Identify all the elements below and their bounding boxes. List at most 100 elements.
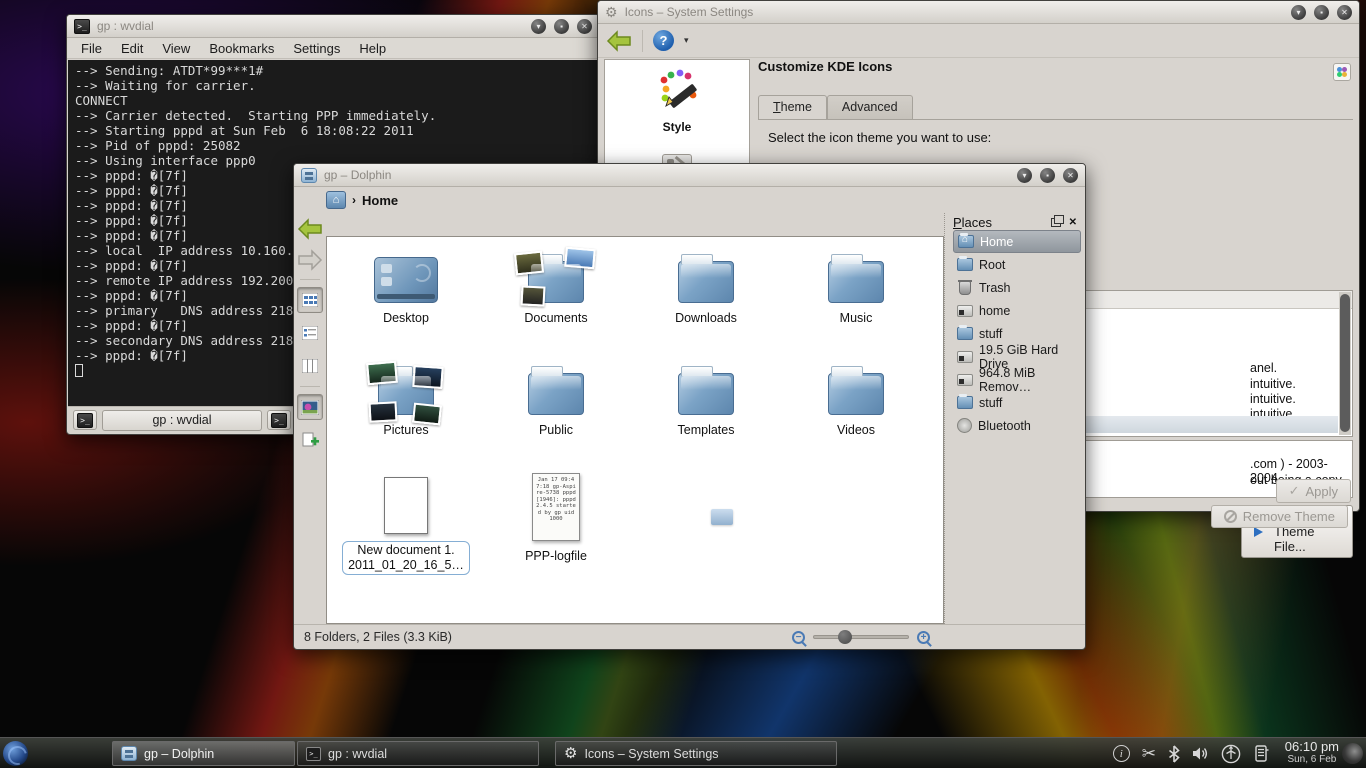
preview-button[interactable] bbox=[297, 394, 323, 420]
drag-cursor-artifact bbox=[711, 509, 733, 525]
folder-documents[interactable]: Documents bbox=[481, 245, 631, 357]
clock-time: 06:10 pm bbox=[1285, 740, 1339, 753]
zoom-in-icon[interactable]: + bbox=[917, 631, 930, 644]
page-title: Customize KDE Icons bbox=[758, 59, 1353, 74]
terminal-cursor bbox=[75, 364, 83, 377]
trash-icon bbox=[959, 281, 971, 295]
columns-view-button[interactable] bbox=[297, 353, 323, 379]
zoom-out-icon[interactable]: − bbox=[792, 631, 805, 644]
place-trash[interactable]: Trash bbox=[953, 276, 1081, 299]
detach-panel-icon[interactable] bbox=[1051, 218, 1061, 227]
task-dolphin[interactable]: gp – Dolphin bbox=[112, 741, 295, 766]
minimize-button[interactable]: ▾ bbox=[1017, 168, 1032, 183]
forward-button[interactable] bbox=[297, 248, 323, 272]
menu-edit[interactable]: Edit bbox=[121, 41, 143, 56]
place-home[interactable]: Home bbox=[953, 230, 1081, 253]
remove-theme-button[interactable]: Remove Theme bbox=[1211, 505, 1348, 528]
icons-view-icon bbox=[302, 293, 318, 307]
menu-help[interactable]: Help bbox=[359, 41, 386, 56]
notifications-icon[interactable]: i bbox=[1113, 745, 1130, 762]
task-system-settings[interactable]: ⚙ Icons – System Settings bbox=[555, 741, 837, 766]
place-root[interactable]: Root bbox=[953, 253, 1081, 276]
columns-view-icon bbox=[302, 359, 318, 373]
minimize-button[interactable]: ▾ bbox=[531, 19, 546, 34]
zoom-slider-knob[interactable] bbox=[838, 630, 852, 644]
folder-view[interactable]: Desktop Documents Downloads Mus bbox=[326, 236, 944, 624]
details-view-button[interactable] bbox=[297, 320, 323, 346]
dolphin-title: gp – Dolphin bbox=[324, 168, 391, 182]
close-panel-icon[interactable]: ✕ bbox=[1069, 217, 1077, 228]
chevron-down-icon[interactable]: ▾ bbox=[684, 35, 689, 46]
close-button[interactable]: ✕ bbox=[1063, 168, 1078, 183]
launcher-icon[interactable] bbox=[0, 738, 30, 768]
place-stuff-2[interactable]: stuff bbox=[953, 391, 1081, 414]
preview-icon bbox=[301, 400, 319, 415]
file-new-document[interactable]: New document 1. 2011_01_20_16_5… bbox=[331, 469, 481, 581]
back-button[interactable] bbox=[297, 217, 323, 241]
apply-button[interactable]: ✓ Apply bbox=[1276, 479, 1351, 503]
back-button[interactable] bbox=[606, 30, 632, 52]
minimize-button[interactable]: ▾ bbox=[1291, 5, 1306, 20]
terminal-titlebar[interactable]: >_ gp : wvdial ▾ ▪ ✕ bbox=[67, 15, 599, 38]
klipper-scissors-icon[interactable]: ✂ bbox=[1142, 744, 1156, 764]
maximize-button[interactable]: ▪ bbox=[1040, 168, 1055, 183]
folder-downloads[interactable]: Downloads bbox=[631, 245, 781, 357]
system-tray: i ✂ bbox=[1113, 738, 1269, 768]
file-ppp-logfile[interactable]: Jan 17 09:47:18 gp-Aspire-5738 pppd[1946… bbox=[481, 469, 631, 581]
home-icon[interactable]: ⌂ bbox=[326, 191, 346, 209]
split-view-button[interactable] bbox=[297, 427, 323, 453]
terminal-line: --> Sending: ATDT*99***1# bbox=[75, 63, 591, 78]
menu-view[interactable]: View bbox=[162, 41, 190, 56]
folder-desktop[interactable]: Desktop bbox=[331, 245, 481, 357]
folder-templates[interactable]: Templates bbox=[631, 357, 781, 469]
close-button[interactable]: ✕ bbox=[1337, 5, 1352, 20]
place-bluetooth[interactable]: Bluetooth bbox=[953, 414, 1081, 437]
folder-pictures[interactable]: Pictures bbox=[331, 357, 481, 469]
folder-public[interactable]: Public bbox=[481, 357, 631, 469]
usb-device-icon[interactable] bbox=[1221, 744, 1241, 764]
help-button[interactable]: ? bbox=[653, 30, 674, 51]
tab-theme[interactable]: Theme bbox=[758, 95, 827, 119]
new-tab-button[interactable]: >_ bbox=[73, 410, 97, 430]
place-removable-drive[interactable]: 964.8 MiB Remov… bbox=[953, 368, 1081, 391]
menu-bookmarks[interactable]: Bookmarks bbox=[209, 41, 274, 56]
tab-list-button[interactable]: >_ bbox=[267, 410, 291, 430]
maximize-button[interactable]: ▪ bbox=[1314, 5, 1329, 20]
menu-settings[interactable]: Settings bbox=[293, 41, 340, 56]
panel-cashew-icon[interactable] bbox=[1342, 743, 1363, 764]
breadcrumb-home[interactable]: Home bbox=[362, 193, 398, 208]
theme-list-text: intuitive. bbox=[1250, 377, 1296, 391]
place-home-partition[interactable]: home bbox=[953, 299, 1081, 322]
settings-title: Icons – System Settings bbox=[625, 5, 754, 19]
check-icon: ✓ bbox=[1289, 483, 1300, 499]
folder-videos[interactable]: Videos bbox=[781, 357, 931, 469]
folder-icon bbox=[678, 373, 734, 415]
task-terminal[interactable]: >_ gp : wvdial bbox=[297, 741, 539, 766]
settings-titlebar[interactable]: ⚙ Icons – System Settings ▾ ▪ ✕ bbox=[598, 1, 1359, 24]
dolphin-titlebar[interactable]: gp – Dolphin ▾ ▪ ✕ bbox=[294, 164, 1085, 187]
konsole-icon: >_ bbox=[306, 747, 321, 761]
list-scrollbar[interactable] bbox=[1339, 292, 1351, 435]
tab-advanced[interactable]: Advanced bbox=[827, 95, 913, 119]
icon-grid: Desktop Documents Downloads Mus bbox=[331, 245, 931, 581]
menu-file[interactable]: File bbox=[81, 41, 102, 56]
sidebar-item-label: Style bbox=[609, 120, 745, 134]
style-pencil-icon bbox=[654, 68, 700, 112]
toolbar-separator bbox=[300, 279, 320, 280]
close-button[interactable]: ✕ bbox=[577, 19, 592, 34]
zoom-slider[interactable] bbox=[813, 635, 909, 639]
terminal-tab[interactable]: gp : wvdial bbox=[102, 410, 262, 431]
terminal-line: --> Pid of pppd: 25082 bbox=[75, 138, 591, 153]
digital-clock[interactable]: 06:10 pm Sun, 6 Feb bbox=[1285, 740, 1339, 766]
volume-icon[interactable] bbox=[1192, 746, 1209, 761]
forbidden-icon bbox=[1224, 510, 1237, 523]
maximize-button[interactable]: ▪ bbox=[554, 19, 569, 34]
bluetooth-icon[interactable] bbox=[1168, 745, 1180, 763]
icons-view-button[interactable] bbox=[297, 287, 323, 313]
sidebar-item-style[interactable]: Style bbox=[605, 60, 749, 140]
terminal-line: --> Waiting for carrier. bbox=[75, 78, 591, 93]
folder-icon bbox=[957, 396, 973, 409]
folder-music[interactable]: Music bbox=[781, 245, 931, 357]
device-notifier-icon[interactable] bbox=[1253, 744, 1269, 763]
gear-icon: ⚙ bbox=[605, 5, 618, 20]
